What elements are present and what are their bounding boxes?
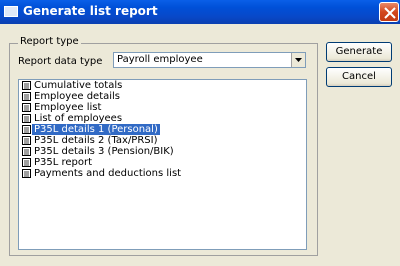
report-list-item-label: P35L report — [34, 157, 93, 168]
report-list-item[interactable]: P35L details 1 (Personal) — [19, 124, 306, 135]
generate-button[interactable]: Generate — [326, 42, 392, 62]
report-list-item[interactable]: Cumulative totals — [19, 80, 306, 91]
report-list-item[interactable]: P35L report — [19, 157, 306, 168]
report-list-item[interactable]: Employee list — [19, 102, 306, 113]
report-icon — [22, 169, 31, 181]
report-type-group-label: Report type — [18, 36, 81, 47]
report-list-item-label: P35L details 3 (Pension/BIK) — [34, 146, 174, 157]
report-list-item[interactable]: List of employees — [19, 113, 306, 124]
chevron-down-icon — [295, 58, 302, 62]
report-list[interactable]: Cumulative totals Employee details Employe… — [18, 79, 307, 250]
report-list-item[interactable]: P35L details 3 (Pension/BIK) — [19, 146, 306, 157]
report-data-type-value: Payroll employee — [117, 54, 203, 65]
window-icon — [4, 6, 18, 17]
dropdown-button[interactable] — [291, 53, 305, 67]
report-list-item-label: Employee list — [34, 102, 102, 113]
report-list-item-label: P35L details 1 (Personal) — [32, 124, 160, 135]
cancel-button[interactable]: Cancel — [326, 67, 392, 87]
report-list-item-label: Payments and deductions list — [34, 168, 182, 179]
report-list-item[interactable]: P35L details 2 (Tax/PRSI) — [19, 135, 306, 146]
dialog-window: Generate list report Report type Report … — [0, 0, 400, 266]
report-list-item-label: P35L details 2 (Tax/PRSI) — [34, 135, 158, 146]
report-list-item-label: Cumulative totals — [34, 80, 123, 91]
report-list-item[interactable]: Employee details — [19, 91, 306, 102]
close-button[interactable] — [379, 2, 399, 22]
report-list-item-label: List of employees — [34, 113, 123, 124]
report-data-type-select[interactable]: Payroll employee — [113, 52, 306, 68]
window-title: Generate list report — [23, 4, 158, 18]
report-data-type-label: Report data type — [18, 56, 103, 67]
report-list-item[interactable]: Payments and deductions list — [19, 168, 306, 179]
title-bar[interactable]: Generate list report — [0, 0, 400, 24]
close-icon — [384, 7, 396, 19]
report-list-item-label: Employee details — [34, 91, 121, 102]
